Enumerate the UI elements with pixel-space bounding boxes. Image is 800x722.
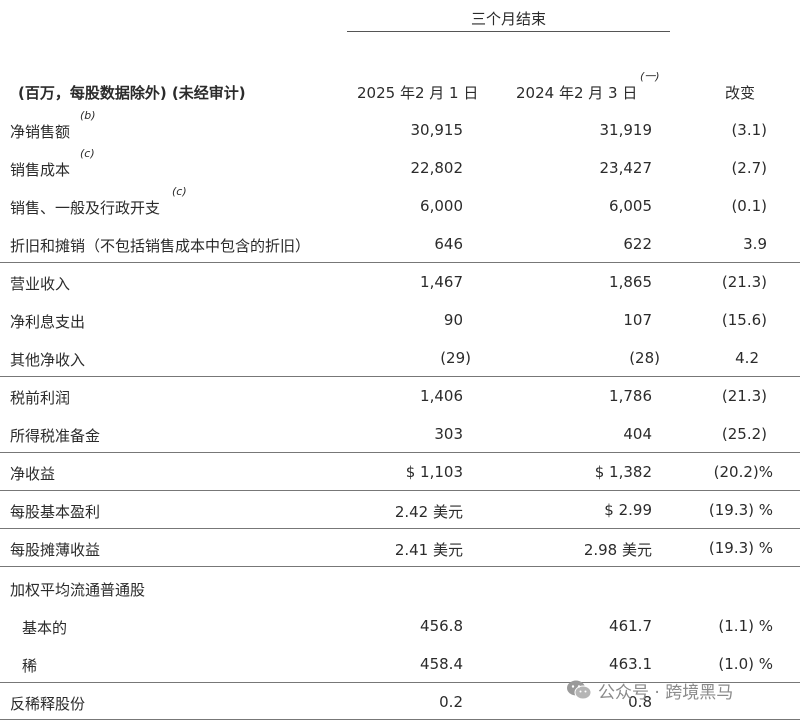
row-label: 稀 — [22, 657, 38, 675]
value-2024: 107 — [623, 311, 652, 329]
value-2024: 404 — [623, 425, 652, 443]
table-row: 折旧和摊销（不包括销售成本中包含的折旧） 646 622 3.9 — [0, 226, 800, 264]
value-change: (25.2) — [721, 425, 767, 443]
row-divider — [0, 452, 800, 453]
column-header-2024-note: (一) — [640, 70, 660, 83]
row-label: 营业收入 — [10, 275, 71, 293]
row-label: 每股基本盈利 — [10, 503, 101, 521]
value-2025: 1,467 — [420, 273, 463, 291]
value-2025: 646 — [434, 235, 463, 253]
table-bottom-border — [0, 719, 800, 720]
value-change: 4.2 — [735, 349, 759, 367]
row-label: 所得税准备金 — [10, 427, 101, 445]
row-footnote: (c) — [80, 147, 95, 160]
table-row: 加权平均流通普通股 — [0, 570, 800, 608]
row-label: 净收益 — [10, 465, 56, 483]
value-change: (20.2)% — [713, 463, 773, 481]
column-header-change: 改变 — [724, 84, 755, 102]
value-2025: 0.2 — [439, 693, 463, 711]
column-header-2024: 2024 年2 月 3 日 — [516, 84, 638, 102]
row-divider — [0, 566, 800, 567]
value-2025: 303 — [434, 425, 463, 443]
table-row: 其他净收入 (29) (28) 4.2 — [0, 340, 800, 378]
table-row: 基本的 456.8 461.7 (1.1) % — [0, 608, 800, 646]
table-row: 净销售额 (b) 30,915 31,919 (3.1) — [0, 109, 800, 150]
row-footnote: (b) — [80, 109, 96, 122]
row-label: 净利息支出 — [10, 313, 86, 331]
period-title: 三个月结束 — [470, 10, 546, 28]
row-label: 基本的 — [22, 619, 68, 637]
value-2024: 31,919 — [599, 121, 653, 139]
row-label: 销售成本 — [10, 161, 71, 179]
watermark: 公众号 · 跨境黑马 — [566, 678, 734, 703]
value-change: (0.1) — [731, 197, 767, 215]
value-change: (3.1) — [731, 121, 767, 139]
value-change: (19.3) % — [708, 539, 773, 557]
value-2024: 6,005 — [609, 197, 652, 215]
value-change: (1.0) % — [718, 655, 773, 673]
value-2025: 22,802 — [410, 159, 464, 177]
value-2025: 6,000 — [420, 197, 463, 215]
value-2024: 1,865 — [609, 273, 652, 291]
column-header-2025: 2025 年2 月 1 日 — [357, 84, 479, 102]
row-label: 税前利润 — [10, 389, 71, 407]
table-row: 销售成本 (c) 22,802 23,427 (2.7) — [0, 147, 800, 188]
wechat-icon — [566, 679, 592, 701]
value-change: (15.6) — [721, 311, 767, 329]
value-change: (1.1) % — [718, 617, 773, 635]
row-label: 销售、一般及行政开支 — [10, 199, 161, 217]
value-2025: $ 1,103 — [405, 463, 463, 481]
value-2025: 458.4 — [420, 655, 463, 673]
value-change: (21.3) — [721, 387, 767, 405]
value-2025: 90 — [443, 311, 463, 329]
table-row: 所得税准备金 303 404 (25.2) — [0, 416, 800, 454]
value-2025: 456.8 — [420, 617, 463, 635]
label-column-header: (百万，每股数据除外) (未经审计) — [18, 84, 246, 102]
value-2025: (29) — [440, 349, 471, 367]
value-2024: 461.7 — [609, 617, 652, 635]
value-2024: 463.1 — [609, 655, 652, 673]
table-row: 税前利润 1,406 1,786 (21.3) — [0, 378, 800, 416]
period-underline — [347, 31, 670, 32]
watermark-text: 公众号 · 跨境黑马 — [598, 682, 734, 703]
value-change: (2.7) — [731, 159, 767, 177]
value-change: (21.3) — [721, 273, 767, 291]
row-label: 每股摊薄收益 — [10, 541, 101, 559]
table-row: 销售、一般及行政开支 (c) 6,000 6,005 (0.1) — [0, 185, 800, 226]
value-2024: 622 — [623, 235, 652, 253]
value-change: 3.9 — [743, 235, 767, 253]
value-change: (19.3) % — [708, 501, 773, 519]
row-divider — [0, 490, 800, 491]
value-2025: 2.42 美元 — [394, 503, 463, 521]
value-2024: 23,427 — [599, 159, 653, 177]
table-row: 营业收入 1,467 1,865 (21.3) — [0, 264, 800, 302]
row-divider — [0, 262, 800, 263]
row-label: 其他净收入 — [10, 351, 86, 369]
row-divider — [0, 528, 800, 529]
value-2025: 2.41 美元 — [394, 541, 463, 559]
value-2024: 2.98 美元 — [583, 541, 652, 559]
row-footnote: (c) — [172, 185, 187, 198]
row-divider — [0, 376, 800, 377]
row-label: 加权平均流通普通股 — [10, 581, 146, 599]
row-label: 折旧和摊销（不包括销售成本中包含的折旧） — [10, 237, 311, 255]
value-2025: 1,406 — [420, 387, 463, 405]
value-2024: $ 1,382 — [594, 463, 652, 481]
value-2024: (28) — [629, 349, 660, 367]
row-label: 反稀释股份 — [10, 695, 86, 713]
table-row: 净利息支出 90 107 (15.6) — [0, 302, 800, 340]
value-2024: $ 2.99 — [604, 501, 652, 519]
table-row: 每股摊薄收益 2.41 美元 2.98 美元 (19.3) % — [0, 530, 800, 568]
table-row: 每股基本盈利 2.42 美元 $ 2.99 (19.3) % — [0, 492, 800, 530]
table-row: 净收益 $ 1,103 $ 1,382 (20.2)% — [0, 454, 800, 492]
value-2024: 1,786 — [609, 387, 652, 405]
value-2025: 30,915 — [410, 121, 464, 139]
row-label: 净销售额 — [10, 123, 71, 141]
